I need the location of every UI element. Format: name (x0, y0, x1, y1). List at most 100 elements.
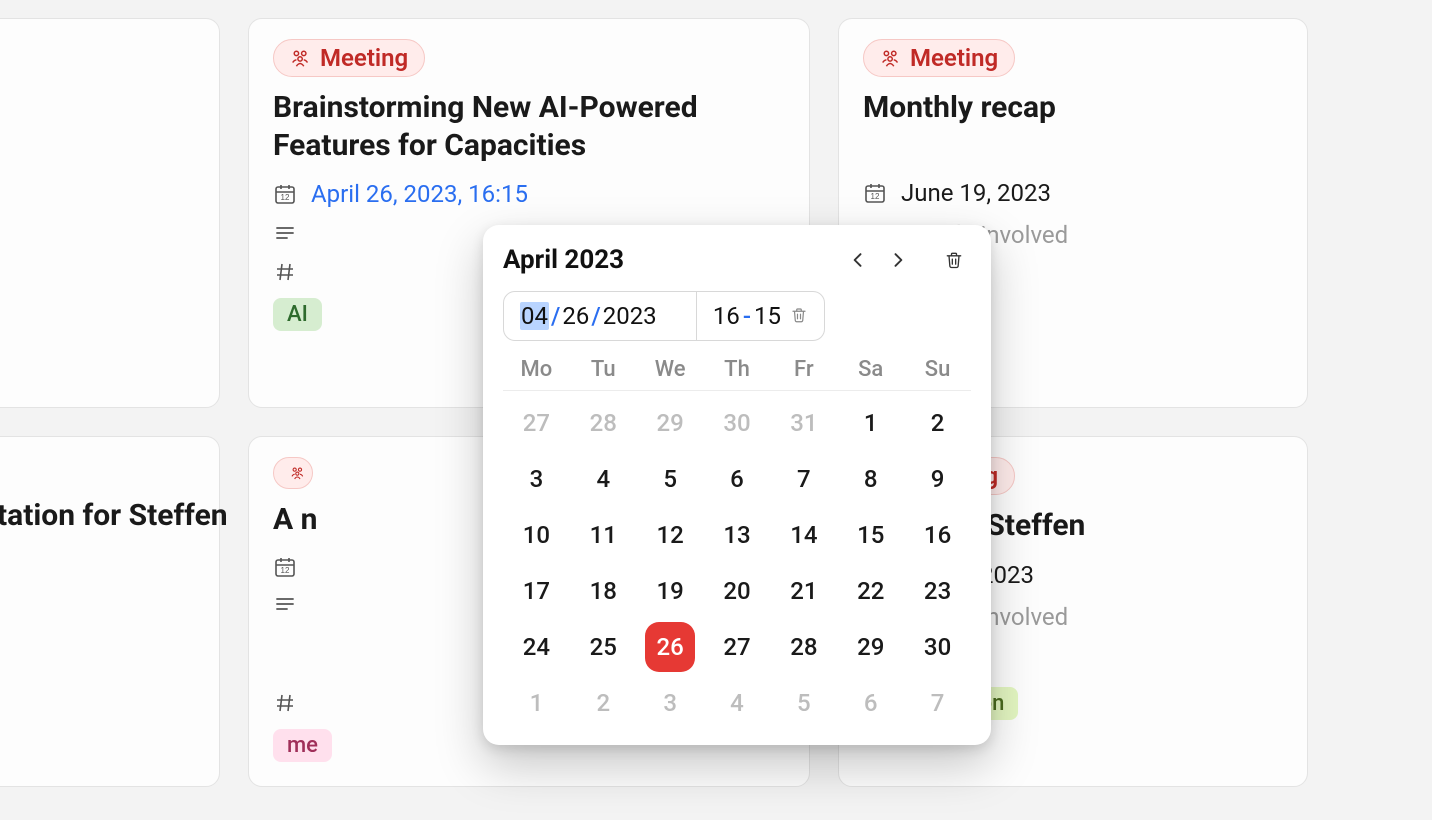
weekday-label: We (637, 357, 704, 382)
date-row[interactable]: June 19, 2023 (863, 179, 1283, 207)
calendar-day[interactable]: 27 (503, 395, 570, 451)
calendar-day[interactable]: 11 (570, 507, 637, 563)
clear-time-button[interactable] (790, 302, 808, 330)
people-row: nvolved (0, 175, 195, 203)
calendar-day[interactable]: 8 (837, 451, 904, 507)
date-value: April 26, 2023, 16:15 (311, 180, 528, 208)
people-icon (880, 47, 902, 69)
calendar-day[interactable]: 12 (637, 507, 704, 563)
prev-month-button[interactable] (841, 243, 875, 277)
weekday-label: Tu (570, 357, 637, 382)
day-segment[interactable]: 26 (562, 302, 589, 330)
meeting-badge[interactable] (273, 457, 313, 489)
delete-date-button[interactable] (937, 243, 971, 277)
calendar-day[interactable]: 19 (637, 563, 704, 619)
tag[interactable]: me (273, 729, 332, 762)
calendar-day[interactable]: 5 (637, 451, 704, 507)
next-month-button[interactable] (881, 243, 915, 277)
calendar-day[interactable]: 4 (704, 675, 771, 731)
calendar-day[interactable]: 27 (704, 619, 771, 675)
calendar-day[interactable]: 30 (904, 619, 971, 675)
date-row[interactable]: April 26, 2023, 16:15 (273, 180, 785, 208)
lines-icon (273, 593, 297, 617)
calendar-day[interactable]: 6 (837, 675, 904, 731)
weekday-label: Th (704, 357, 771, 382)
hash-icon (273, 260, 297, 284)
calendar-grid: MoTuWeThFrSaSu 2728293031123456789101112… (503, 357, 971, 731)
time-input[interactable]: 16-15 (697, 292, 824, 340)
calendar-day[interactable]: 13 (704, 507, 771, 563)
chevron-left-icon (848, 250, 868, 270)
calendar-day[interactable]: 23 (904, 563, 971, 619)
calendar-day[interactable]: 6 (704, 451, 771, 507)
chevron-right-icon (888, 250, 908, 270)
date-row: 023 (0, 551, 195, 579)
calendar-day[interactable]: 3 (503, 451, 570, 507)
calendar-day[interactable]: 17 (503, 563, 570, 619)
meeting-card[interactable]: tem presentation for Steffen 023 Bleher … (0, 436, 220, 787)
calendar-day[interactable]: 20 (704, 563, 771, 619)
month-segment[interactable]: 04 (520, 302, 549, 330)
lines-icon (273, 222, 297, 246)
card-title: Monthly recap (863, 89, 1283, 127)
tag-ai[interactable]: AI (273, 298, 322, 331)
meeting-badge[interactable]: Meeting (273, 39, 425, 77)
calendar-day[interactable]: 31 (770, 395, 837, 451)
trash-icon (944, 250, 964, 270)
people-icon (290, 47, 312, 69)
calendar-day[interactable]: 5 (770, 675, 837, 731)
calendar-day[interactable]: 1 (503, 675, 570, 731)
date-input[interactable]: 04/26/2023 (504, 292, 697, 340)
weekday-label: Fr (770, 357, 837, 382)
calendar-day[interactable]: 7 (904, 675, 971, 731)
hour-segment[interactable]: 16 (713, 302, 740, 330)
card-title: ting (0, 79, 195, 117)
calendar-day[interactable]: 24 (503, 619, 570, 675)
hash-icon (273, 691, 297, 715)
calendar-day[interactable]: 28 (770, 619, 837, 675)
calendar-day[interactable]: 22 (837, 563, 904, 619)
calendar-day[interactable]: 30 (704, 395, 771, 451)
calendar-day[interactable]: 9 (904, 451, 971, 507)
people-row: Bleher (0, 593, 195, 621)
year-segment[interactable]: 2023 (603, 302, 657, 330)
meeting-badge[interactable]: Meeting (863, 39, 1015, 77)
calendar-icon (273, 555, 297, 579)
weekday-label: Su (904, 357, 971, 382)
calendar-day[interactable]: 10 (503, 507, 570, 563)
calendar-day[interactable]: 4 (570, 451, 637, 507)
trash-icon (790, 306, 808, 324)
card-title: tem presentation for Steffen (0, 497, 195, 535)
calendar-day[interactable]: 1 (837, 395, 904, 451)
date-row: 023 (0, 133, 195, 161)
calendar-icon (863, 181, 887, 205)
weekday-label: Mo (503, 357, 570, 382)
date-value: June 19, 2023 (901, 179, 1051, 207)
calendar-day[interactable]: 3 (637, 675, 704, 731)
badge-label: Meeting (910, 44, 998, 72)
weekday-label: Sa (837, 357, 904, 382)
calendar-day[interactable]: 21 (770, 563, 837, 619)
calendar-day[interactable]: 15 (837, 507, 904, 563)
meeting-card[interactable]: ting 023 nvolved (0, 18, 220, 408)
calendar-day[interactable]: 29 (637, 395, 704, 451)
card-title: Brainstorming New AI-Powered Features fo… (273, 89, 785, 164)
calendar-day[interactable]: 28 (570, 395, 637, 451)
minute-segment[interactable]: 15 (754, 302, 781, 330)
calendar-day[interactable]: 18 (570, 563, 637, 619)
calendar-day[interactable]: 2 (904, 395, 971, 451)
calendar-day[interactable]: 16 (904, 507, 971, 563)
calendar-day[interactable]: 29 (837, 619, 904, 675)
badge-label: Meeting (320, 44, 408, 72)
calendar-day[interactable]: 2 (570, 675, 637, 731)
month-label: April 2023 (503, 245, 835, 275)
datetime-inputs: 04/26/2023 16-15 (503, 291, 825, 341)
date-picker-popover[interactable]: April 2023 04/26/2023 16-15 MoTuWeThFrSa… (483, 225, 991, 745)
calendar-day[interactable]: 25 (570, 619, 637, 675)
tag-row: n (0, 681, 195, 714)
calendar-day[interactable]: 26 (637, 619, 704, 675)
calendar-day[interactable]: 14 (770, 507, 837, 563)
people-icon (290, 462, 306, 484)
calendar-icon (273, 182, 297, 206)
calendar-day[interactable]: 7 (770, 451, 837, 507)
